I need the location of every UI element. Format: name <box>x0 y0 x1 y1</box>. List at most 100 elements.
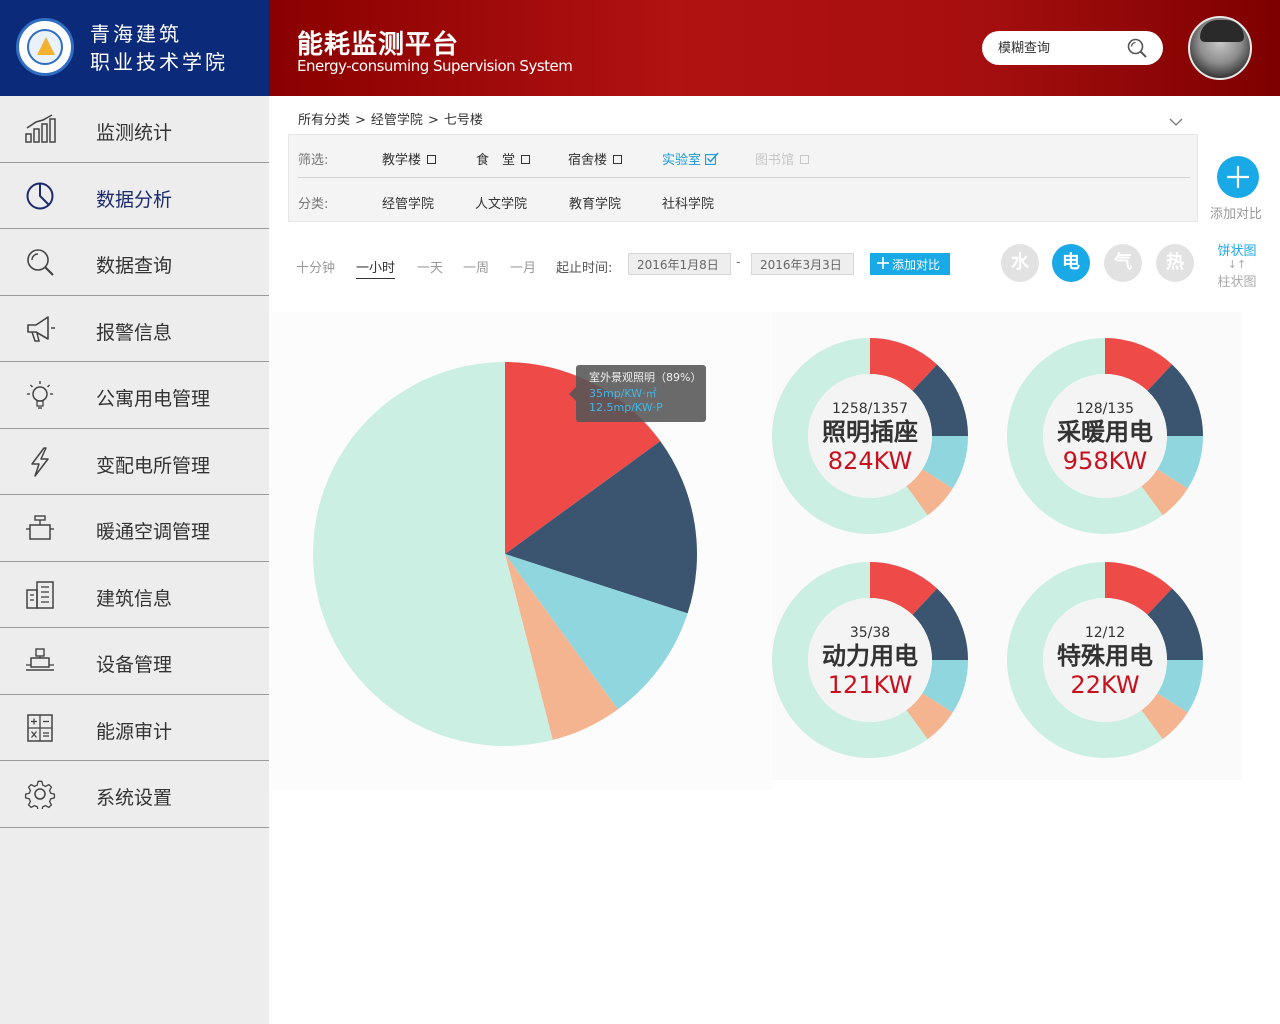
time-option-one-day[interactable]: 一天 <box>417 257 443 276</box>
school-emblem <box>27 29 63 65</box>
swap-icon: ↓↑ <box>1227 258 1247 271</box>
date-range-label: 起止时间: <box>556 261 613 276</box>
donut-ratio: 35/38 <box>849 625 891 641</box>
breadcrumb-separator: > <box>427 113 439 128</box>
sidebar-item-substation[interactable]: 变配电所管理 <box>0 429 269 495</box>
breadcrumb-item[interactable]: 七号楼 <box>444 113 483 128</box>
filter-option-label: 教学楼 <box>382 153 422 168</box>
category-option[interactable]: 社科学院 <box>662 193 714 212</box>
sidebar-item-energy-audit[interactable]: 能源审计 <box>0 695 269 761</box>
category-option[interactable]: 人文学院 <box>475 193 527 212</box>
add-compare-button-label: 添加对比 <box>892 257 941 272</box>
donut-title: 采暖用电 <box>1057 418 1153 446</box>
sidebar-item-apartment-power[interactable]: 公寓用电管理 <box>0 362 269 429</box>
filter-divider <box>298 177 1190 178</box>
megaphone-icon <box>27 315 55 342</box>
logo-area: 青海建筑 职业技术学院 <box>0 0 269 96</box>
add-compare-round-label: 添加对比 <box>1210 207 1263 222</box>
add-compare-round-button[interactable] <box>1217 156 1259 198</box>
sidebar-item-monitoring[interactable]: 监测统计 <box>0 96 269 163</box>
search-icon <box>27 249 54 276</box>
donut-value: 958KW <box>1062 447 1148 475</box>
sidebar-item-label: 系统设置 <box>96 787 173 809</box>
add-compare-button[interactable]: 添加对比 <box>870 253 950 275</box>
chart-type-bar[interactable]: 柱状图 <box>1212 271 1262 290</box>
energy-type-electricity[interactable]: 电 <box>1052 244 1090 282</box>
filter-option-canteen[interactable]: 食 堂 <box>476 149 531 168</box>
tooltip-line1: 35mp/KW·㎡ <box>589 387 657 400</box>
tooltip-line2: 12.5mp/KW·P <box>589 401 663 414</box>
breadcrumb: 所有分类 > 经管学院 > 七号楼 <box>298 109 483 128</box>
app-subtitle: Energy-consuming Supervision System <box>297 57 573 75</box>
hvac-icon <box>26 515 54 540</box>
checkbox-checked-icon[interactable] <box>705 152 719 165</box>
sidebar-item-system-settings[interactable]: 系统设置 <box>0 761 269 828</box>
search-box[interactable] <box>982 31 1163 65</box>
search-input[interactable] <box>998 38 1118 58</box>
sidebar-item-building-info[interactable]: 建筑信息 <box>0 562 269 628</box>
filter-option-dormitory[interactable]: 宿舍楼 <box>568 149 623 168</box>
device-icon <box>26 648 54 671</box>
sidebar-item-data-query[interactable]: 数据查询 <box>0 229 269 296</box>
energy-type-water[interactable]: 水 <box>1001 244 1039 282</box>
sidebar-item-label: 监测统计 <box>96 122 173 144</box>
start-date-input[interactable] <box>628 253 731 275</box>
time-option-one-hour[interactable]: 一小时 <box>356 257 396 279</box>
donut-title: 动力用电 <box>822 642 918 670</box>
tooltip-title: 室外景观照明（89%） <box>589 371 702 384</box>
school-name-line2: 职业技术学院 <box>90 50 228 74</box>
chart-type-toggle[interactable]: 饼状图 ↓↑ 柱状图 <box>1212 240 1262 290</box>
calculator-icon <box>27 713 53 742</box>
sidebar-item-label: 暖通空调管理 <box>96 521 211 543</box>
sidebar-item-hvac[interactable]: 暖通空调管理 <box>0 495 269 562</box>
user-avatar[interactable] <box>1188 16 1252 80</box>
sidebar-item-label: 数据查询 <box>96 255 173 277</box>
donut-ratio: 1258/1357 <box>832 401 908 417</box>
filter-option-teaching-building[interactable]: 教学楼 <box>382 149 437 168</box>
filter-option-label: 图书馆 <box>755 153 795 168</box>
time-option-ten-minutes[interactable]: 十分钟 <box>296 257 335 276</box>
breadcrumb-separator: > <box>355 113 366 128</box>
donut-center-special: 12/12 特殊用电 22KW <box>1045 625 1165 699</box>
checkbox <box>800 155 810 164</box>
sidebar-item-label: 能源审计 <box>96 720 173 743</box>
donut-center-lighting: 1258/1357 照明插座 824KW <box>810 401 930 475</box>
energy-type-gas[interactable]: 气 <box>1104 244 1142 282</box>
sidebar-item-device-management[interactable]: 设备管理 <box>0 628 269 695</box>
plus-icon <box>877 257 889 269</box>
chevron-down-icon[interactable] <box>1169 117 1183 127</box>
sidebar-item-label: 变配电所管理 <box>96 454 211 477</box>
category-option[interactable]: 经管学院 <box>382 193 434 212</box>
donut-title: 特殊用电 <box>1057 642 1153 670</box>
breadcrumb-item[interactable]: 所有分类 <box>298 113 350 128</box>
filter-option-library: 图书馆 <box>755 149 810 168</box>
chart-type-pie[interactable]: 饼状图 <box>1212 240 1262 259</box>
building-icon <box>26 580 54 609</box>
checkbox[interactable] <box>521 155 531 164</box>
sidebar-item-alarm[interactable]: 报警信息 <box>0 296 269 362</box>
sidebar-item-data-analysis[interactable]: 数据分析 <box>0 163 269 229</box>
breadcrumb-item[interactable]: 经管学院 <box>371 113 423 128</box>
date-range-separator: - <box>736 255 741 270</box>
pie-chart-icon <box>26 182 54 209</box>
filter-label: 筛选: <box>298 153 329 168</box>
school-name-line1: 青海建筑 <box>90 22 182 46</box>
gear-icon <box>24 780 56 809</box>
filter-option-laboratory[interactable]: 实验室 <box>662 149 719 168</box>
filter-option-label: 宿舍楼 <box>568 153 608 168</box>
chart-tooltip: 室外景观照明（89%） 35mp/KW·㎡ 12.5mp/KW·P <box>569 365 706 422</box>
donut-ratio: 128/135 <box>1075 401 1135 417</box>
energy-type-heat[interactable]: 热 <box>1156 244 1194 282</box>
donut-title: 照明插座 <box>822 418 918 446</box>
end-date-input[interactable] <box>751 253 854 275</box>
donut-value: 22KW <box>1070 671 1140 699</box>
time-option-one-month[interactable]: 一月 <box>510 257 536 276</box>
checkbox[interactable] <box>427 155 437 164</box>
plus-icon <box>1227 166 1249 188</box>
checkbox[interactable] <box>613 155 623 164</box>
category-option[interactable]: 教育学院 <box>569 193 621 212</box>
search-icon[interactable] <box>1126 37 1148 59</box>
time-option-one-week[interactable]: 一周 <box>463 257 489 276</box>
donut-center-power: 35/38 动力用电 121KW <box>810 625 930 699</box>
filter-option-label: 食 堂 <box>476 153 516 168</box>
